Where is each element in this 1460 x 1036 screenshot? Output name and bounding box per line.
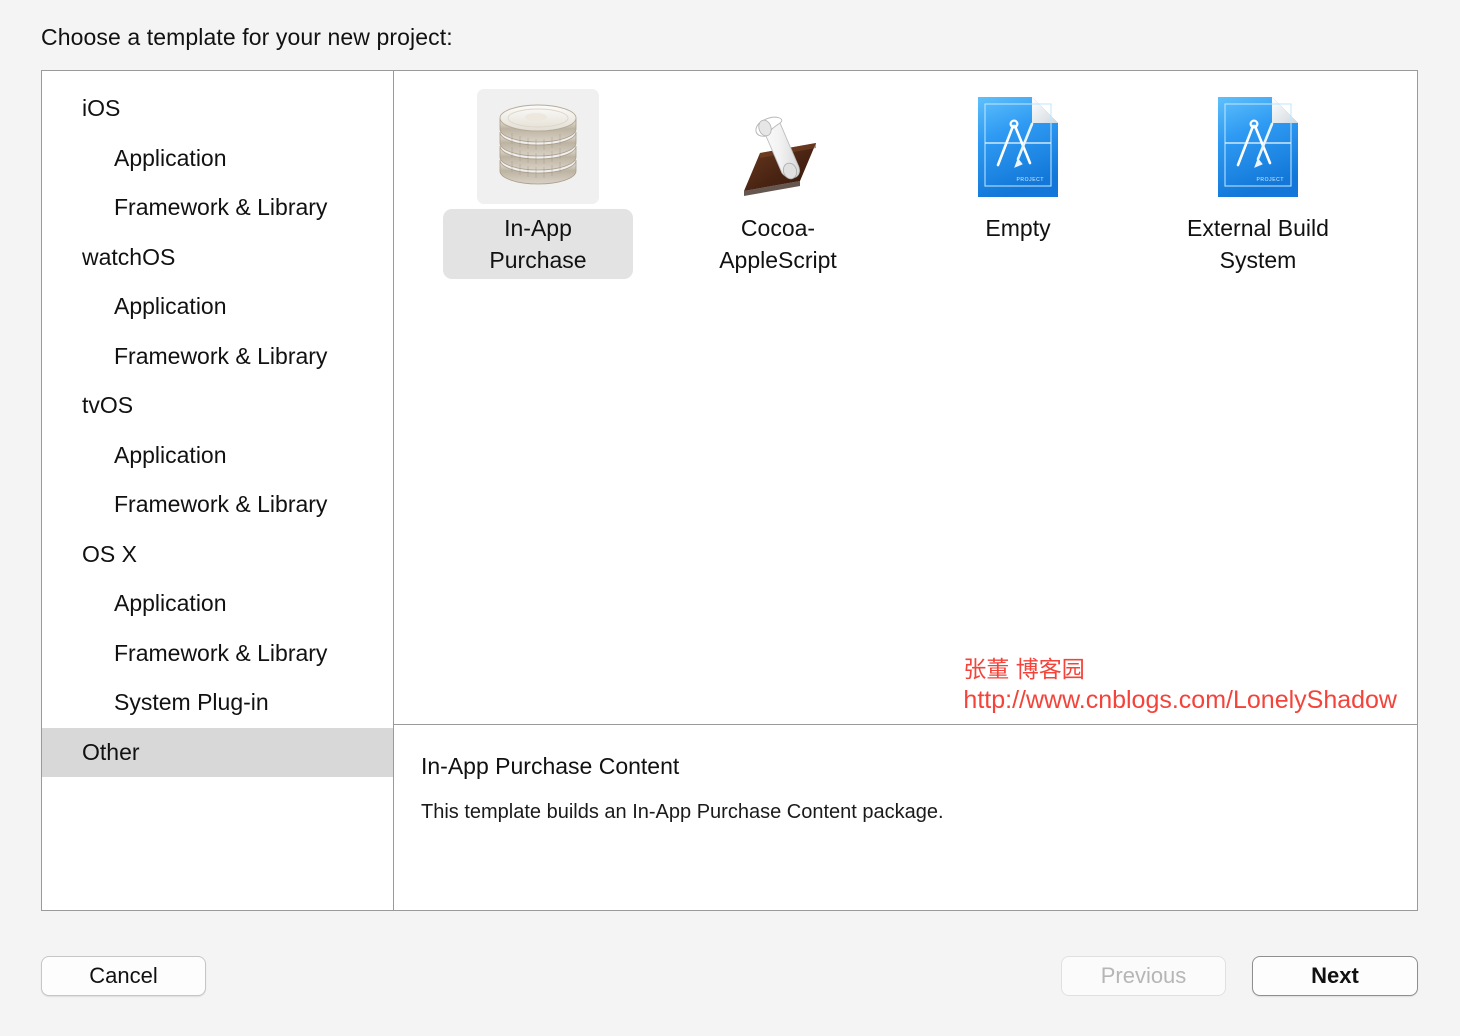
sidebar-item-label: Application: [114, 590, 227, 617]
template-item-in-app-purchase[interactable]: In-App Purchase: [418, 89, 658, 279]
sidebar-item-label: Framework & Library: [114, 342, 328, 369]
template-item-external-build-system[interactable]: PROJECT External Build System: [1138, 89, 1378, 279]
sidebar-item-label: watchOS: [82, 243, 176, 270]
template-item-empty[interactable]: PROJECT Empty: [898, 89, 1138, 247]
sidebar-item-application[interactable]: Application: [42, 579, 393, 629]
sidebar-item-label: Application: [114, 144, 227, 171]
coin-stack-icon: [499, 104, 577, 184]
template-item-label: External Build System: [1187, 215, 1329, 273]
sidebar-item-framework-library[interactable]: Framework & Library: [42, 480, 393, 530]
sidebar-item-tvos[interactable]: tvOS: [42, 381, 393, 431]
next-button[interactable]: Next: [1252, 956, 1418, 996]
sidebar-item-label: Other: [82, 738, 140, 765]
platform-sidebar[interactable]: iOS Application Framework & Library watchOS…: [42, 71, 394, 910]
scroll-icon: [744, 116, 816, 196]
sidebar-item-label: OS X: [82, 540, 137, 567]
svg-text:PROJECT: PROJECT: [1256, 177, 1284, 183]
template-item-cocoa-applescript[interactable]: Cocoa-AppleScript: [658, 89, 898, 279]
sidebar-item-application[interactable]: Application: [42, 282, 393, 332]
sidebar-item-label: tvOS: [82, 392, 134, 419]
sidebar-item-label: Application: [114, 293, 227, 320]
sidebar-item-framework-library[interactable]: Framework & Library: [42, 629, 393, 679]
template-item-label: Cocoa-AppleScript: [719, 215, 837, 273]
template-grid-area: In-App Purchase Cocoa-AppleScript PROJEC…: [394, 71, 1417, 724]
sidebar-item-os-x[interactable]: OS X: [42, 530, 393, 580]
sidebar-item-label: System Plug-in: [114, 689, 269, 716]
sidebar-item-label: Framework & Library: [114, 639, 328, 666]
sidebar-item-framework-library[interactable]: Framework & Library: [42, 332, 393, 382]
watermark-url: http://www.cnblogs.com/LonelyShadow: [963, 686, 1397, 714]
sidebar-item-label: Framework & Library: [114, 491, 328, 518]
previous-button[interactable]: Previous: [1061, 956, 1226, 996]
template-item-label: Empty: [985, 215, 1051, 241]
template-description-pane: In-App Purchase Content This template bu…: [394, 724, 1417, 910]
sidebar-item-system-plug-in[interactable]: System Plug-in: [42, 678, 393, 728]
template-icon-wrapper: [717, 89, 839, 204]
description-title: In-App Purchase Content: [421, 753, 680, 779]
sidebar-item-label: iOS: [82, 95, 121, 122]
sidebar-item-framework-library[interactable]: Framework & Library: [42, 183, 393, 233]
watermark: 张董 博客园 http://www.cnblogs.com/LonelyShad…: [963, 654, 1397, 716]
sidebar-item-watchos[interactable]: watchOS: [42, 233, 393, 283]
svg-text:PROJECT: PROJECT: [1016, 177, 1044, 183]
template-grid[interactable]: In-App Purchase Cocoa-AppleScript PROJEC…: [394, 89, 1417, 279]
watermark-author: 张董 博客园: [963, 656, 1085, 682]
sidebar-item-ios[interactable]: iOS: [42, 84, 393, 134]
sidebar-item-application[interactable]: Application: [42, 134, 393, 184]
template-chooser-panel: iOS Application Framework & Library watchOS…: [41, 70, 1418, 911]
description-body: This template builds an In-App Purchase …: [421, 801, 944, 823]
template-browser: In-App Purchase Cocoa-AppleScript PROJEC…: [394, 71, 1417, 910]
sidebar-item-label: Framework & Library: [114, 194, 328, 221]
blueprint-icon: PROJECT: [978, 96, 1058, 197]
template-icon-wrapper: [477, 89, 599, 204]
template-icon-wrapper: PROJECT: [957, 89, 1079, 204]
template-item-label: In-App Purchase: [443, 209, 633, 279]
sidebar-item-label: Application: [114, 441, 227, 468]
blueprint-icon: PROJECT: [1218, 96, 1298, 197]
template-icon-wrapper: PROJECT: [1197, 89, 1319, 204]
cancel-button[interactable]: Cancel: [41, 956, 206, 996]
sidebar-item-application[interactable]: Application: [42, 431, 393, 481]
dialog-footer: Cancel Previous Next: [0, 946, 1460, 1008]
sidebar-item-other[interactable]: Other: [42, 727, 393, 777]
page-title: Choose a template for your new project:: [41, 24, 453, 50]
